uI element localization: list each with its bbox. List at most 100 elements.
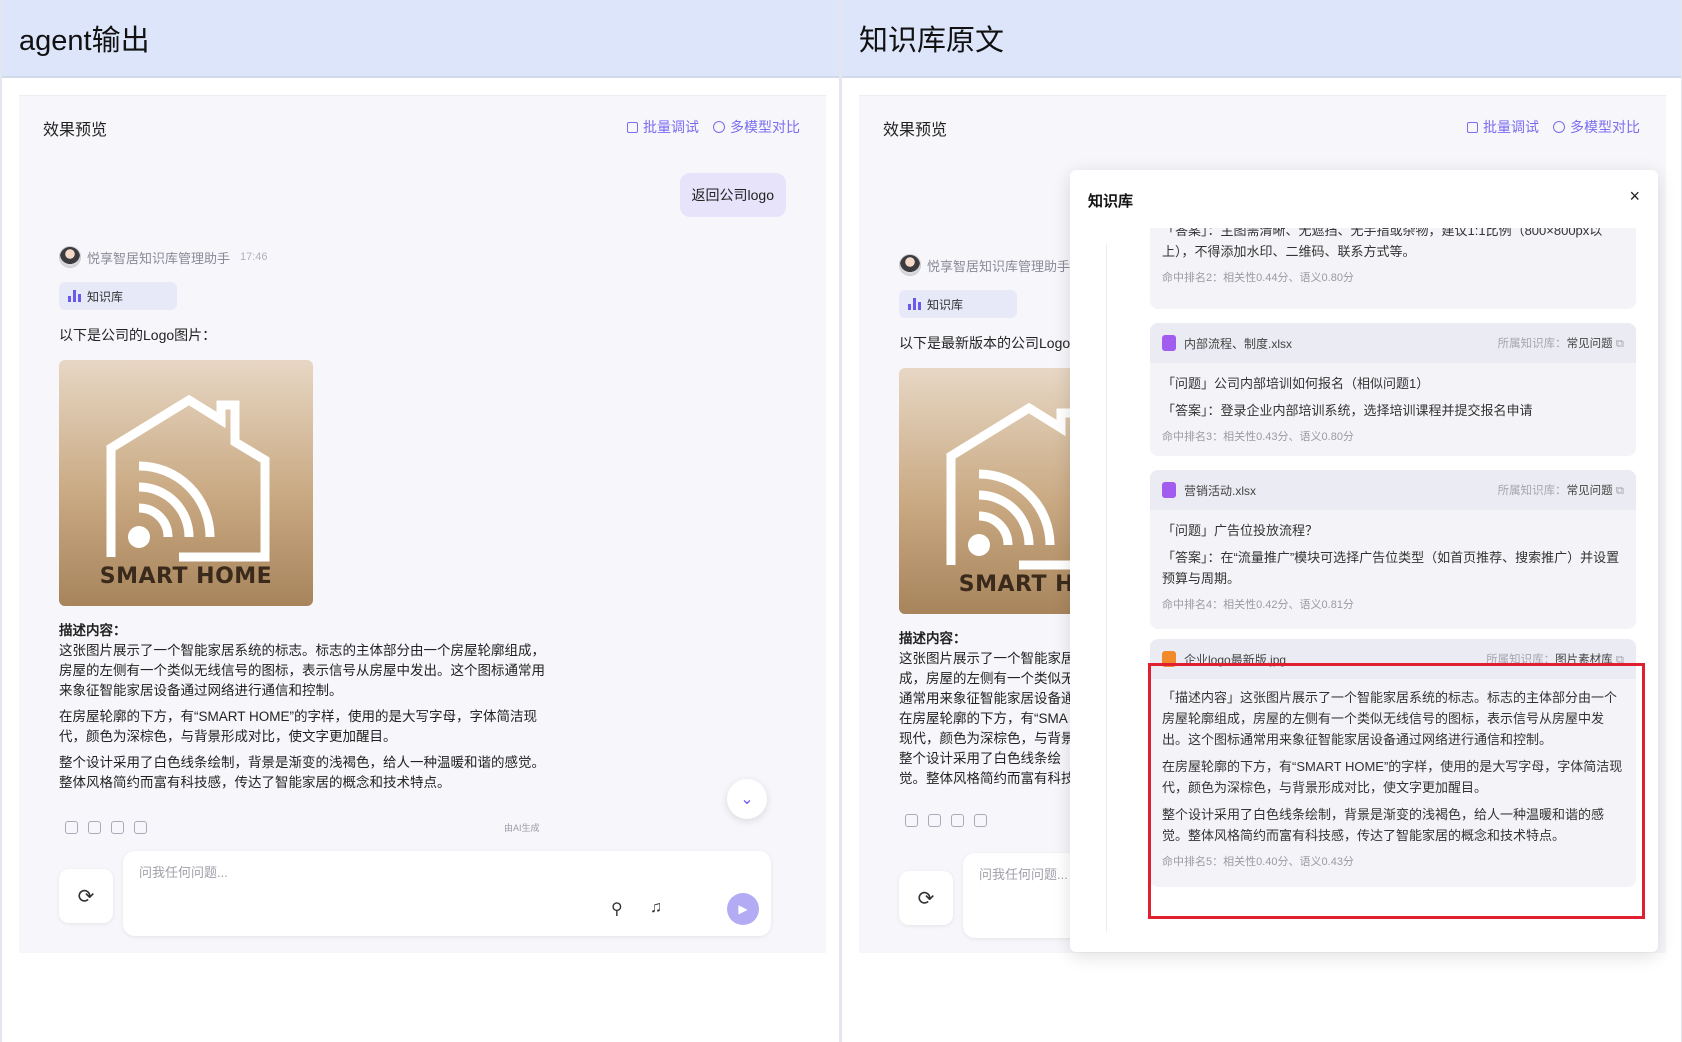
file-name: 内部流程、制度.xlsx [1184, 336, 1293, 351]
copy-icon[interactable] [905, 814, 918, 827]
new-chat-button[interactable]: ⟳ [59, 869, 113, 923]
card-answer: 「答案」：登录企业内部培训系统，选择培训课程并提交报名申请 [1162, 403, 1533, 418]
play-icon[interactable] [951, 814, 964, 827]
preview-title: 效果预览 [43, 122, 108, 139]
card-meta: 命中排名3：相关性0.43分、语义0.80分 [1162, 431, 1354, 443]
card-question: 「问题」广告位投放流程？ [1162, 523, 1319, 538]
bot-header: 悦享智居知识库管理助手 17:46 [59, 246, 268, 268]
bar-chart-icon [68, 290, 81, 302]
card-header: 内部流程、制度.xlsx 所属知识库：常见问题 ⧉ [1150, 323, 1636, 363]
card-meta: 命中排名5：相关性0.40分、语义0.43分 [1162, 856, 1354, 868]
timeline-line [1106, 244, 1107, 932]
description-line: 现代，颜色为深棕色，与背景 [899, 731, 1075, 746]
bot-name: 悦享智居知识库管理助手 [87, 250, 231, 266]
knowledge-base-tag[interactable]: 知识库 [59, 282, 177, 310]
description-line: 成，房屋的左侧有一个类似无 [899, 671, 1075, 686]
message-actions [65, 821, 147, 834]
preview-actions: 批量调试 多模型对比 [627, 117, 800, 137]
batch-debug-button[interactable]: 批量调试 [1467, 117, 1539, 137]
spreadsheet-file-icon [1162, 335, 1176, 351]
description: 描述内容： 这张图片展示了一个智能家居 成，房屋的左侧有一个类似无 通常用来象征… [899, 629, 1099, 789]
chat-input-box: ⚲ ♫ ▶ [123, 851, 771, 936]
card-text: 「描述内容」这张图片展示了一个智能家居系统的标志。标志的主体部分由一个房屋轮廓组… [1162, 690, 1618, 747]
knowledge-base-tag[interactable]: 知识库 [899, 290, 1017, 318]
spreadsheet-file-icon [1162, 482, 1176, 498]
scroll-down-button[interactable]: ⌄ [727, 779, 767, 819]
knowledge-card[interactable]: 企业logo最新版.jpg 所属知识库：图片素材库 ⧉ 「描述内容」这张图片展示… [1150, 639, 1636, 887]
copy-icon[interactable] [65, 821, 78, 834]
batch-icon [627, 121, 638, 133]
ai-generated-label: 由AI生成 [504, 823, 540, 833]
image-file-icon [1162, 651, 1176, 667]
source-label: 所属知识库：常见问题 ⧉ [1497, 338, 1624, 350]
description-heading: 描述内容： [899, 631, 967, 646]
model-compare-button[interactable]: 多模型对比 [713, 117, 800, 137]
panel-title: 知识库 [1088, 193, 1134, 210]
agent-output-column: agent输出 效果预览 批量调试 多模型对比 返回公司logo 悦享智居知识库… [0, 0, 840, 1042]
compare-icon [713, 121, 725, 133]
description-line: 觉。整体风格简约而富有科技 [899, 771, 1075, 786]
new-chat-button[interactable]: ⟳ [899, 871, 953, 925]
card-text: 在房屋轮廓的下方，有“SMART HOME”的字样，使用的是大写字母，字体简洁现… [1162, 759, 1623, 795]
card-meta: 命中排名2：相关性0.44分、语义0.80分 [1162, 272, 1354, 284]
card-header: 企业logo最新版.jpg 所属知识库：图片素材库 ⧉ [1150, 639, 1636, 679]
card-answer: 「答案」：在“流量推广”模块可选择广告位类型（如首页推荐、搜索推广）并设置预算与… [1162, 550, 1620, 586]
play-icon[interactable] [111, 821, 124, 834]
description: 描述内容： 这张图片展示了一个智能家居系统的标志。标志的主体部分由一个房屋轮廓组… [59, 621, 549, 799]
reply-intro: 以下是公司的Logo图片： [59, 327, 217, 343]
preview-actions: 批量调试 多模型对比 [1467, 117, 1640, 137]
file-name: 企业logo最新版.jpg [1184, 652, 1287, 667]
avatar [899, 254, 921, 276]
send-icon: ▶ [738, 902, 748, 916]
send-button[interactable]: ▶ [727, 893, 759, 925]
company-logo-image[interactable]: SMART HOME [59, 360, 313, 606]
dislike-icon[interactable] [134, 821, 147, 834]
description-line: 通常用来象征智能家居设备通 [899, 691, 1075, 706]
knowledge-card[interactable]: 「答案」：主图需清晰、无遮挡、无手指或杂物，建议1:1比例（800×800px以… [1150, 228, 1636, 309]
column-title: 知识库原文 [842, 0, 1681, 78]
dislike-icon[interactable] [974, 814, 987, 827]
avatar [59, 246, 81, 268]
attachment-icon[interactable]: ⚲ [611, 899, 623, 919]
bar-chart-icon [908, 298, 921, 310]
comparison-page: agent输出 效果预览 批量调试 多模型对比 返回公司logo 悦享智居知识库… [0, 0, 1682, 1042]
batch-debug-button[interactable]: 批量调试 [627, 117, 699, 137]
chat-input[interactable] [139, 865, 659, 880]
description-line: 整个设计采用了白色线条绘 [899, 751, 1061, 766]
description-paragraph: 在房屋轮廓的下方，有“SMART HOME”的字样，使用的是大写字母，字体简洁现… [59, 709, 538, 744]
double-chevron-down-icon: ⌄ [740, 791, 754, 808]
column-title: agent输出 [2, 0, 839, 78]
source-label: 所属知识库：常见问题 ⧉ [1497, 485, 1624, 497]
bot-name: 悦享智居知识库管理助手 [927, 258, 1071, 274]
knowledge-base-panel: 知识库 × 「答案」：主图需清晰、无遮挡、无手指或杂物，建议1:1比例（800×… [1070, 170, 1658, 952]
card-text: 「答案」：主图需清晰、无遮挡、无手指或杂物，建议1:1比例（800×800px以 [1162, 228, 1603, 238]
reply-intro: 以下是最新版本的公司Logo图 [899, 335, 1085, 351]
preview-panel: 效果预览 批量调试 多模型对比 返回公司logo 悦享智居知识库管理助手 17:… [19, 95, 826, 953]
new-chat-icon: ⟳ [77, 885, 95, 908]
message-actions [905, 814, 987, 827]
card-header: 营销活动.xlsx 所属知识库：常见问题 ⧉ [1150, 470, 1636, 510]
bot-header: 悦享智居知识库管理助手 [899, 254, 1070, 276]
logo-text: SMART HOME [99, 564, 273, 589]
preview-title: 效果预览 [883, 122, 948, 139]
description-heading: 描述内容： [59, 623, 127, 638]
description-line: 这张图片展示了一个智能家居 [899, 651, 1075, 666]
model-compare-button[interactable]: 多模型对比 [1553, 117, 1640, 137]
microphone-icon[interactable]: ♫ [650, 899, 662, 917]
message-time: 17:46 [240, 251, 268, 263]
description-paragraph: 整个设计采用了白色线条绘制，背景是渐变的浅褐色，给人一种温暖和谐的感觉。整体风格… [59, 755, 545, 790]
source-label: 所属知识库：图片素材库 ⧉ [1486, 654, 1624, 666]
card-question: 「问题」公司内部培训如何报名（相似问题1） [1162, 376, 1430, 391]
compare-icon [1553, 121, 1565, 133]
user-message: 返回公司logo [679, 173, 786, 217]
regenerate-icon[interactable] [928, 814, 941, 827]
close-icon[interactable]: × [1629, 186, 1640, 207]
description-line: 在房屋轮廓的下方，有“SMA [899, 711, 1068, 726]
knowledge-card[interactable]: 内部流程、制度.xlsx 所属知识库：常见问题 ⧉ 「问题」公司内部培训如何报名… [1150, 323, 1636, 456]
new-chat-icon: ⟳ [917, 887, 935, 910]
card-meta: 命中排名4：相关性0.42分、语义0.81分 [1162, 599, 1354, 611]
knowledge-card[interactable]: 营销活动.xlsx 所属知识库：常见问题 ⧉ 「问题」广告位投放流程？ 「答案」… [1150, 470, 1636, 629]
card-text: 整个设计采用了白色线条绘制，背景是渐变的浅褐色，给人一种温暖和谐的感觉。整体风格… [1162, 807, 1605, 843]
description-paragraph: 这张图片展示了一个智能家居系统的标志。标志的主体部分由一个房屋轮廓组成，房屋的左… [59, 643, 545, 698]
regenerate-icon[interactable] [88, 821, 101, 834]
